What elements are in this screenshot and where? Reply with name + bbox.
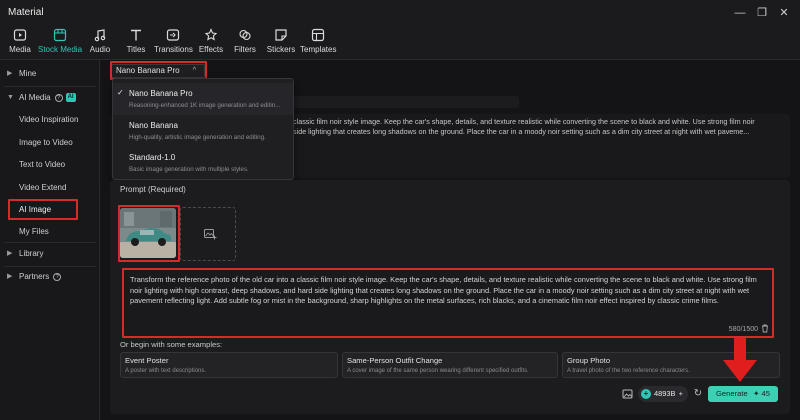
credits-balance[interactable]: + 4893B + — [638, 386, 688, 402]
info-icon[interactable]: ? — [54, 93, 63, 102]
divider — [4, 86, 96, 87]
annotation-arrow-icon — [723, 338, 757, 382]
sidebar-item-ai-media[interactable]: ▼ AI Media? AI — [0, 88, 98, 108]
sidebar-item-video-extend[interactable]: Video Extend — [19, 183, 66, 192]
example-card-event-poster[interactable]: Event Poster A poster with text descript… — [120, 352, 338, 378]
model-option-standard[interactable]: Standard-1.0 Basic image generation with… — [113, 147, 293, 179]
background-field — [261, 96, 519, 108]
add-image-icon — [204, 229, 217, 240]
tab-label: Audio — [89, 45, 111, 54]
minimize-button[interactable]: — — [732, 5, 748, 21]
option-name: Nano Banana Pro — [129, 89, 193, 98]
tab-transitions[interactable]: Transitions — [154, 28, 193, 54]
transitions-icon — [166, 29, 180, 41]
tab-media[interactable]: Media — [8, 28, 32, 54]
media-icon — [13, 29, 27, 41]
example-desc: A poster with text descriptions. — [125, 368, 207, 374]
stock-media-icon — [53, 28, 67, 42]
option-name: Nano Banana — [129, 121, 178, 130]
refresh-icon[interactable]: ↻ — [692, 388, 704, 400]
prompt-label: Prompt (Required) — [120, 185, 186, 194]
tab-templates[interactable]: Templates — [300, 28, 336, 54]
tab-label: Media — [9, 45, 31, 54]
info-icon[interactable]: ? — [53, 272, 62, 281]
chevron-right-icon: ▶ — [7, 250, 13, 257]
effects-icon — [204, 28, 218, 41]
window-title: Material — [8, 7, 44, 18]
highlight-prompt — [122, 268, 774, 338]
sidebar-item-label: Mine — [19, 69, 37, 78]
sidebar-item-mine[interactable]: ▶ Mine — [0, 64, 98, 84]
add-reference-image-button[interactable] — [180, 207, 236, 261]
ai-badge: AI — [65, 93, 76, 103]
tab-effects[interactable]: Effects — [198, 28, 224, 54]
sidebar-item-my-files[interactable]: My Files — [19, 227, 49, 236]
sidebar-item-partners[interactable]: ▶ Partners? — [0, 267, 98, 287]
tab-label: Stickers — [266, 45, 296, 54]
sidebar: ▶ Mine ▼ AI Media? AI Video Inspiration I… — [0, 60, 100, 420]
generate-button[interactable]: Generate ✦ 45 — [708, 386, 778, 402]
tab-stock-media[interactable]: Stock Media — [38, 28, 82, 54]
background-prompt-line: side lighting that creates long shadows … — [293, 127, 750, 136]
audio-icon — [94, 29, 106, 42]
titles-icon — [131, 29, 141, 41]
restore-button[interactable]: ❐ — [754, 5, 770, 21]
prompt-panel: Prompt (Required) Transform the referenc… — [110, 180, 790, 414]
example-title: Group Photo — [567, 356, 611, 365]
generate-cost: ✦ 45 — [753, 389, 770, 398]
sidebar-item-image-to-video[interactable]: Image to Video — [19, 138, 73, 147]
model-option-nano-banana-pro[interactable]: ✓ Nano Banana Pro Reasoning-enhanced 1K … — [113, 83, 293, 115]
divider — [4, 242, 96, 243]
option-desc: High-quality, artistic image generation … — [129, 134, 266, 141]
tab-filters[interactable]: Filters — [232, 28, 258, 54]
tab-label: Titles — [126, 45, 146, 54]
generate-label: Generate — [716, 389, 748, 398]
check-icon: ✓ — [117, 88, 124, 97]
tab-label: Templates — [300, 45, 337, 54]
templates-icon — [311, 28, 325, 42]
add-credits-icon[interactable]: + — [679, 386, 683, 402]
chevron-right-icon: ▶ — [7, 273, 13, 280]
sidebar-item-text-to-video[interactable]: Text to Video — [19, 160, 65, 169]
option-desc: Basic image generation with multiple sty… — [129, 166, 249, 173]
highlight-reference-image — [118, 205, 180, 262]
tab-label: Filters — [234, 45, 256, 54]
material-toolbar: Media Stock Media Audio Titles Transitio… — [0, 26, 800, 60]
tab-label: Effects — [198, 45, 224, 54]
model-dropdown: ✓ Nano Banana Pro Reasoning-enhanced 1K … — [112, 78, 294, 180]
option-desc: Reasoning-enhanced 1K image generation a… — [129, 102, 281, 109]
examples-label: Or begin with some examples: — [120, 340, 223, 349]
filters-icon — [239, 29, 251, 41]
example-card-outfit-change[interactable]: Same-Person Outfit Change A cover image … — [342, 352, 558, 378]
image-settings-icon[interactable] — [622, 388, 634, 400]
sidebar-item-label: Partners — [19, 272, 50, 281]
tab-label: Stock Media — [38, 45, 83, 54]
example-desc: A travel photo of the two reference char… — [567, 368, 690, 374]
tab-label: Transitions — [154, 45, 193, 54]
model-option-nano-banana[interactable]: Nano Banana High-quality, artistic image… — [113, 115, 293, 147]
credits-value: 4893B — [654, 389, 676, 398]
highlight-ai-image — [8, 199, 78, 220]
tab-stickers[interactable]: Stickers — [266, 28, 296, 54]
credit-coin-icon: + — [641, 389, 651, 399]
title-bar: Material — ❐ ✕ — [0, 0, 800, 26]
example-title: Same-Person Outfit Change — [347, 356, 443, 365]
tab-titles[interactable]: Titles — [124, 28, 148, 54]
sidebar-item-label: AI Media — [19, 93, 51, 102]
sidebar-item-label: Library — [19, 249, 44, 258]
sidebar-item-library[interactable]: ▶ Library — [0, 244, 98, 264]
example-title: Event Poster — [125, 356, 169, 365]
close-button[interactable]: ✕ — [776, 5, 792, 21]
stickers-icon — [275, 29, 287, 41]
tab-audio[interactable]: Audio — [88, 28, 112, 54]
chevron-right-icon: ▶ — [7, 70, 13, 77]
option-name: Standard-1.0 — [129, 153, 176, 162]
example-desc: A cover image of the same person wearing… — [347, 368, 529, 374]
sidebar-item-video-inspiration[interactable]: Video Inspiration — [19, 115, 78, 124]
chevron-down-icon: ▼ — [7, 94, 14, 101]
